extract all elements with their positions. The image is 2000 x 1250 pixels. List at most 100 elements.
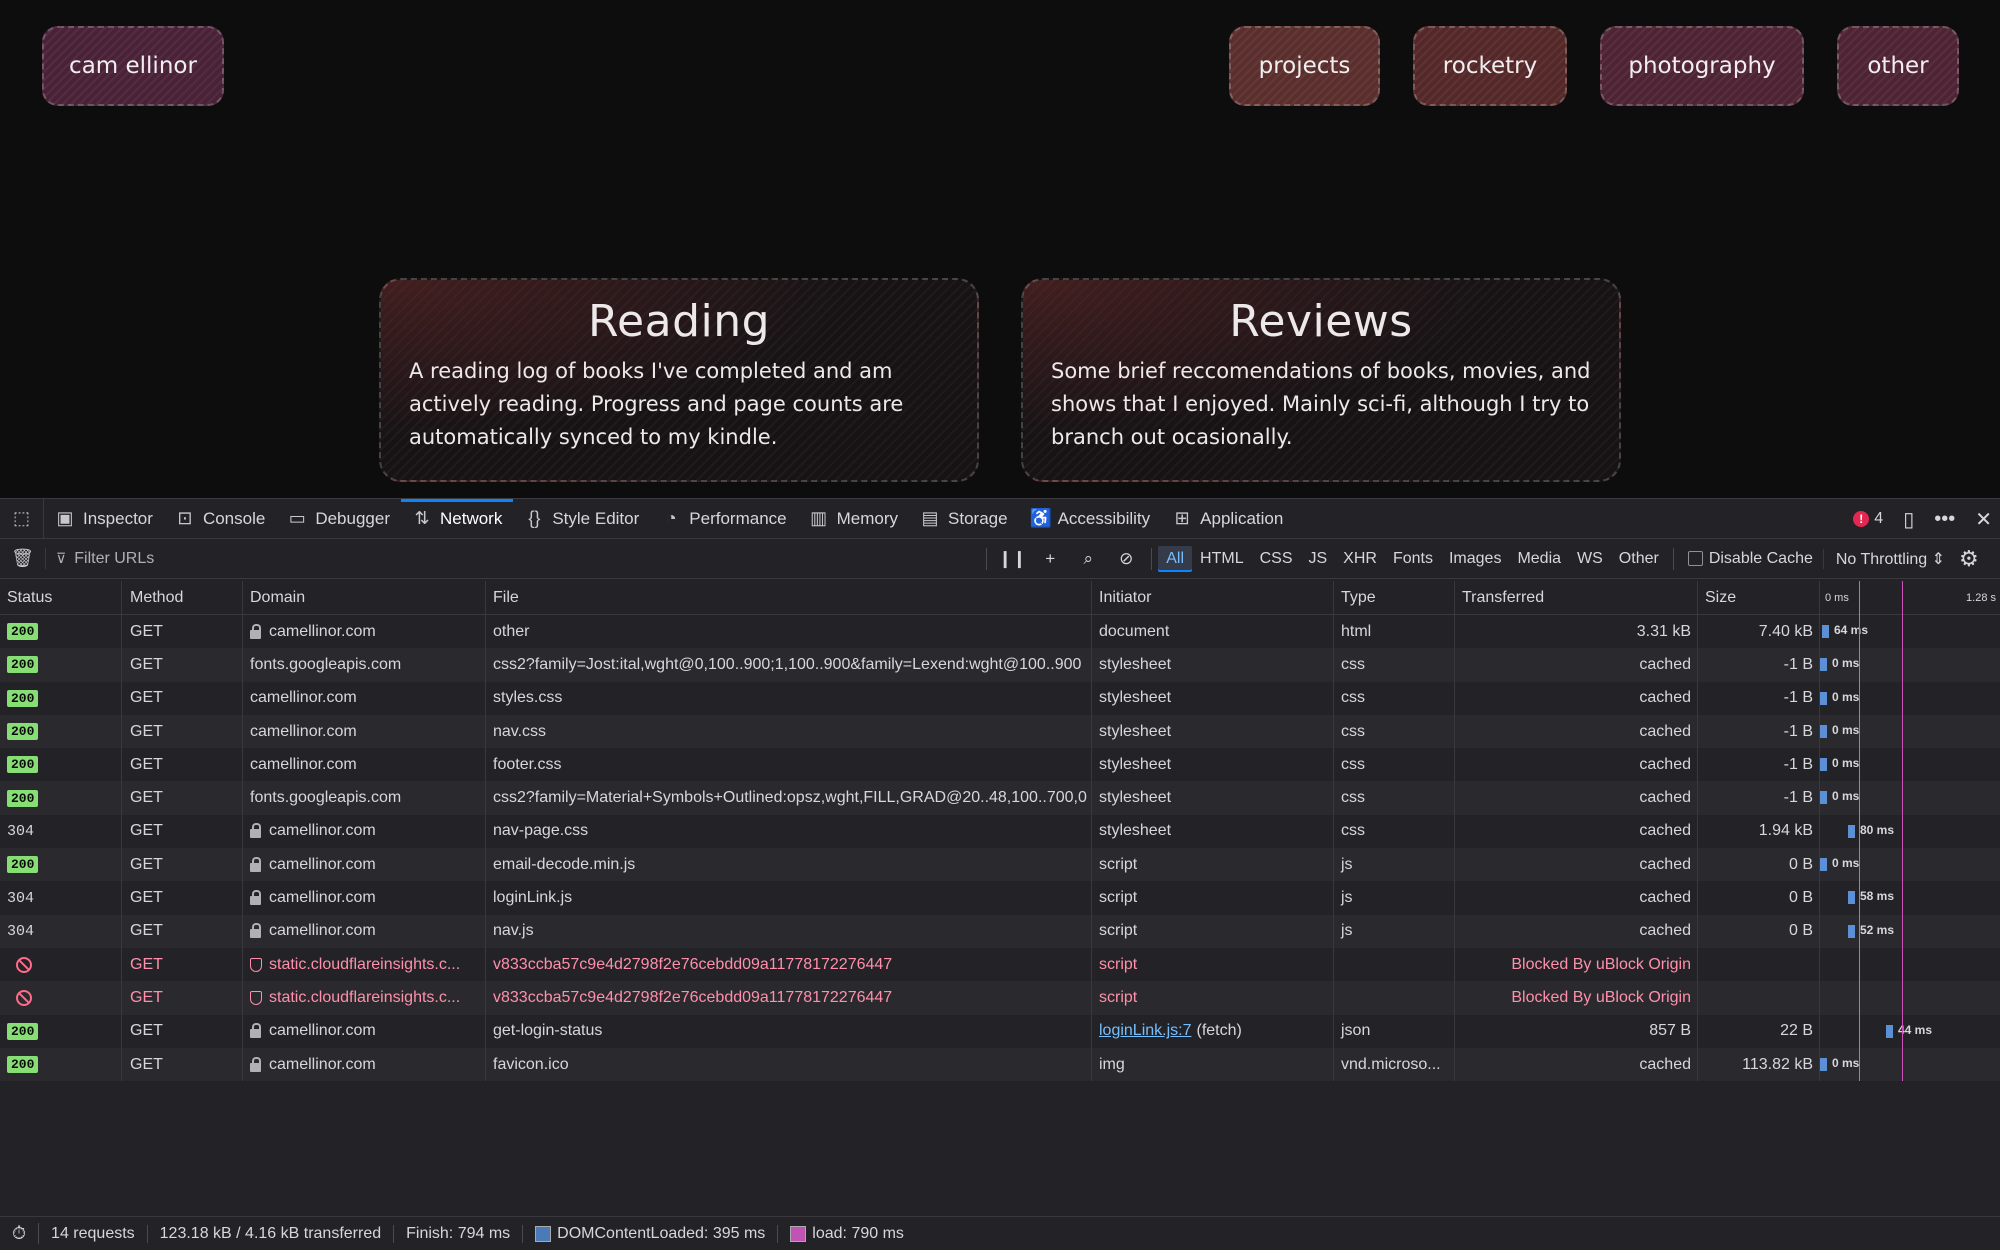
more-options-icon[interactable]: •••: [1934, 508, 1955, 531]
filter-type-ws[interactable]: WS: [1569, 546, 1611, 572]
add-icon[interactable]: +: [1031, 549, 1069, 569]
block-icon[interactable]: ⊘: [1107, 549, 1145, 569]
reviews-card[interactable]: Reviews Some brief reccomendations of bo…: [1021, 278, 1621, 482]
cell-transferred: cached: [1455, 1047, 1698, 1082]
table-row[interactable]: 304 GET camellinor.com nav-page.css styleshe…: [0, 814, 2000, 849]
tab-performance[interactable]: ◔ Performance: [650, 499, 797, 539]
column-header-size[interactable]: Size: [1698, 581, 1820, 614]
cell-status: 200: [0, 748, 122, 782]
throttling-select[interactable]: No Throttling ⇕: [1822, 548, 1945, 569]
column-header-file[interactable]: File: [486, 581, 1092, 614]
timing-label: 44 ms: [1898, 1022, 1933, 1037]
table-row[interactable]: 304 GET camellinor.com nav.js script js cached…: [0, 914, 2000, 948]
tab-style-editor[interactable]: {} Style Editor: [513, 499, 650, 539]
requests-table: Status Method Domain File Initiator Type…: [0, 581, 2000, 1082]
responsive-design-icon[interactable]: ▯: [1903, 507, 1914, 532]
status-code: 304: [7, 889, 35, 907]
table-row[interactable]: 200 GET fonts.googleapis.com css2?family=Jo…: [0, 648, 2000, 682]
cell-domain: static.cloudflareinsights.c...: [243, 981, 486, 1015]
tab-accessibility[interactable]: ♿ Accessibility: [1019, 499, 1162, 539]
tab-debugger[interactable]: ▭ Debugger: [276, 499, 401, 539]
nav-projects-link[interactable]: projects: [1229, 26, 1380, 106]
cell-initiator: document: [1092, 615, 1334, 649]
tab-console[interactable]: ⊡ Console: [164, 499, 276, 539]
disable-cache-checkbox[interactable]: Disable Cache: [1680, 550, 1813, 568]
clear-requests-icon[interactable]: 🗑: [0, 548, 46, 569]
table-row[interactable]: GET static.cloudflareinsights.c... v833ccb…: [0, 947, 2000, 982]
filter-type-all[interactable]: All: [1158, 545, 1193, 572]
column-header-transferred[interactable]: Transferred: [1455, 581, 1698, 614]
filter-type-media[interactable]: Media: [1509, 546, 1569, 572]
status-badge: 200: [7, 756, 39, 774]
divider: [1672, 547, 1674, 570]
cell-status: 200: [0, 648, 122, 682]
filter-type-other[interactable]: Other: [1611, 546, 1667, 572]
cell-type: js: [1334, 914, 1455, 948]
lock-icon: [250, 890, 261, 906]
filter-type-js[interactable]: JS: [1301, 546, 1336, 572]
cell-initiator: script: [1092, 848, 1334, 882]
tab-memory[interactable]: ▥ Memory: [798, 499, 909, 539]
column-header-method[interactable]: Method: [122, 581, 243, 614]
table-row[interactable]: GET static.cloudflareinsights.c... v833ccb…: [0, 981, 2000, 1015]
table-row[interactable]: 200 GET camellinor.com nav.css stylesheet css…: [0, 714, 2000, 749]
gauge-icon: ◔: [665, 508, 677, 528]
cell-size: [1698, 981, 1820, 1015]
column-header-waterfall[interactable]: 0 ms 1.28 s: [1820, 581, 2000, 614]
tracker-shield-icon: [250, 957, 262, 972]
tab-storage[interactable]: ▤ Storage: [909, 499, 1019, 539]
table-row[interactable]: 200 GET fonts.googleapis.com css2?family=Ma…: [0, 781, 2000, 815]
tracker-shield-icon: [250, 990, 262, 1005]
nav-other-link[interactable]: other: [1837, 26, 1959, 106]
initiator-link[interactable]: loginLink.js:7: [1099, 1022, 1192, 1040]
tab-network[interactable]: ⇅ Network: [400, 498, 514, 539]
timing-bar: [1848, 891, 1855, 905]
cell-method: GET: [122, 681, 243, 715]
table-row[interactable]: 200 GET camellinor.com get-login-status logi…: [0, 1014, 2000, 1048]
filter-type-xhr[interactable]: XHR: [1335, 546, 1385, 572]
tab-application[interactable]: ⊞ Application: [1161, 499, 1294, 539]
column-header-initiator[interactable]: Initiator: [1092, 581, 1334, 614]
reading-card[interactable]: Reading A reading log of books I've comp…: [379, 278, 979, 482]
filter-type-fonts[interactable]: Fonts: [1385, 546, 1441, 572]
cell-status: [0, 981, 122, 1015]
cell-type: css: [1334, 648, 1455, 682]
table-row[interactable]: 200 GET camellinor.com footer.css stylesheet…: [0, 748, 2000, 782]
tab-inspector[interactable]: ▣ Inspector: [44, 499, 164, 539]
load-marker: [1902, 581, 1903, 1081]
column-header-type[interactable]: Type: [1334, 581, 1455, 614]
table-row[interactable]: 304 GET camellinor.com loginLink.js script js…: [0, 881, 2000, 915]
table-row[interactable]: 200 GET camellinor.com email-decode.min.js s…: [0, 848, 2000, 882]
filter-type-images[interactable]: Images: [1441, 546, 1509, 572]
lock-icon: [250, 923, 261, 939]
close-icon[interactable]: ✕: [1975, 507, 1992, 532]
cell-type: [1334, 981, 1455, 1015]
cell-transferred: cached: [1455, 648, 1698, 682]
cell-transferred: cached: [1455, 881, 1698, 915]
cell-initiator: stylesheet: [1092, 681, 1334, 715]
table-row[interactable]: 200 GET camellinor.com favicon.ico img vnd.mi…: [0, 1047, 2000, 1082]
gear-icon[interactable]: ⚙: [1959, 546, 1979, 572]
error-count-button[interactable]: ! 4: [1853, 510, 1883, 528]
filter-urls-input[interactable]: [66, 538, 981, 579]
filter-type-html[interactable]: HTML: [1192, 546, 1252, 572]
nav-home-link[interactable]: cam ellinor: [42, 26, 224, 106]
cell-domain: camellinor.com: [243, 914, 486, 948]
cell-domain: camellinor.com: [243, 748, 486, 782]
pause-icon[interactable]: ❙❙: [993, 549, 1031, 569]
element-picker-icon[interactable]: ⬚: [0, 498, 44, 539]
stopwatch-icon[interactable]: ⏱: [0, 1223, 40, 1244]
column-header-status[interactable]: Status: [0, 581, 122, 614]
search-icon[interactable]: ⌕: [1069, 549, 1107, 569]
cell-waterfall: 0 ms: [1820, 715, 2000, 748]
nav-photography-link[interactable]: photography: [1600, 26, 1804, 106]
filter-type-css[interactable]: CSS: [1252, 546, 1301, 572]
nav-rocketry-link[interactable]: rocketry: [1413, 26, 1567, 106]
cell-status: 200: [0, 615, 122, 649]
cell-transferred: 3.31 kB: [1455, 615, 1698, 649]
status-badge: 200: [7, 656, 39, 674]
card-description: A reading log of books I've completed an…: [409, 359, 904, 449]
table-row[interactable]: 200 GET camellinor.com styles.css stylesheet…: [0, 681, 2000, 715]
table-row[interactable]: 200 GET camellinor.com other document html 3.3…: [0, 615, 2000, 649]
column-header-domain[interactable]: Domain: [243, 581, 486, 614]
